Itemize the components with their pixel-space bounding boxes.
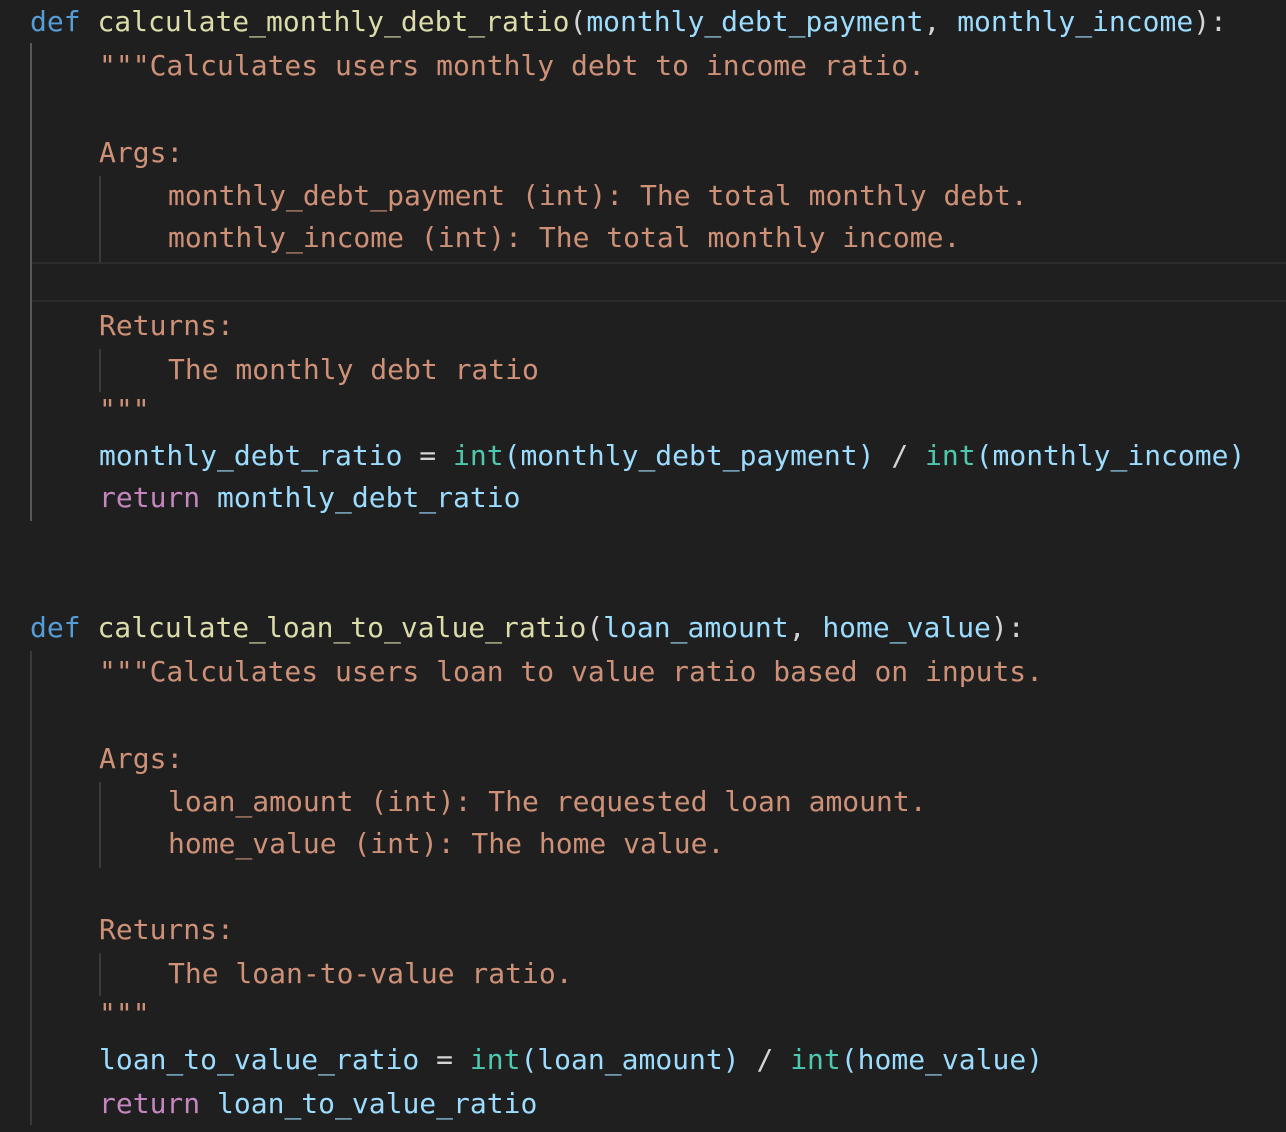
docstring-args-header[interactable]: Args: <box>99 131 183 174</box>
parameter: home_value <box>822 611 991 644</box>
docstring-arg[interactable]: home_value (int): The home value. <box>168 822 724 865</box>
code-line[interactable]: loan_to_value_ratio = int(loan_amount) /… <box>99 1038 1043 1081</box>
paren: ( <box>569 5 587 38</box>
return-keyword: return <box>99 481 201 514</box>
call-args: (monthly_income) <box>975 439 1246 472</box>
builtin-int: int <box>925 439 976 472</box>
call-args: (monthly_debt_payment) <box>503 439 875 472</box>
paren: ( <box>586 611 604 644</box>
indent-guide <box>99 349 101 392</box>
variable: loan_to_value_ratio <box>99 1043 420 1076</box>
docstring-close[interactable]: """ <box>99 388 150 431</box>
return-value: loan_to_value_ratio <box>200 1087 538 1120</box>
function-name: calculate_monthly_debt_ratio <box>97 5 570 38</box>
code-editor[interactable]: def calculate_monthly_debt_ratio(monthly… <box>0 0 1286 1132</box>
code-line[interactable]: return monthly_debt_ratio <box>99 476 520 519</box>
code-line[interactable]: def calculate_loan_to_value_ratio(loan_a… <box>30 606 1025 649</box>
def-keyword: def <box>30 611 81 644</box>
assign-operator: = <box>419 1043 470 1076</box>
docstring-returns-text[interactable]: The monthly debt ratio <box>168 348 539 391</box>
separator: , <box>923 5 958 38</box>
function-name: calculate_loan_to_value_ratio <box>97 611 587 644</box>
builtin-int: int <box>453 439 504 472</box>
docstring-arg[interactable]: loan_amount (int): The requested loan am… <box>168 780 927 823</box>
indent-guide <box>99 782 101 868</box>
builtin-int: int <box>469 1043 521 1076</box>
divide-operator: / <box>739 1043 791 1076</box>
docstring-returns-header[interactable]: Returns: <box>99 908 234 951</box>
docstring-args-header[interactable]: Args: <box>99 737 183 780</box>
return-value: monthly_debt_ratio <box>200 481 521 514</box>
builtin-int: int <box>790 1043 841 1076</box>
call-args: (home_value) <box>840 1043 1044 1076</box>
indent-guide <box>99 953 101 996</box>
indent-guide <box>30 43 32 521</box>
divide-operator: / <box>874 439 926 472</box>
current-line-highlight <box>30 262 1286 302</box>
indent-guide <box>30 651 32 1125</box>
docstring-summary[interactable]: """Calculates users loan to value ratio … <box>99 650 1043 693</box>
paren-colon: ): <box>1193 5 1227 38</box>
call-args: (loan_amount) <box>520 1043 740 1076</box>
indent-guide <box>99 176 101 262</box>
def-keyword: def <box>30 5 81 38</box>
assign-operator: = <box>402 439 454 472</box>
docstring-returns-header[interactable]: Returns: <box>99 304 234 347</box>
code-line[interactable]: def calculate_monthly_debt_ratio(monthly… <box>30 0 1227 43</box>
separator: , <box>788 611 823 644</box>
parameter: loan_amount <box>603 611 789 644</box>
docstring-close[interactable]: """ <box>99 992 150 1035</box>
parameter: monthly_income <box>957 5 1194 38</box>
docstring-returns-text[interactable]: The loan-to-value ratio. <box>168 952 573 995</box>
docstring-summary[interactable]: """Calculates users monthly debt to inco… <box>99 44 925 87</box>
return-keyword: return <box>99 1087 201 1120</box>
parameter: monthly_debt_payment <box>586 5 924 38</box>
docstring-arg[interactable]: monthly_debt_payment (int): The total mo… <box>168 174 1028 217</box>
docstring-arg[interactable]: monthly_income (int): The total monthly … <box>168 216 960 259</box>
code-line[interactable]: monthly_debt_ratio = int(monthly_debt_pa… <box>99 434 1245 477</box>
paren-colon: ): <box>990 611 1025 644</box>
code-line[interactable]: return loan_to_value_ratio <box>99 1082 537 1125</box>
variable: monthly_debt_ratio <box>99 439 403 472</box>
